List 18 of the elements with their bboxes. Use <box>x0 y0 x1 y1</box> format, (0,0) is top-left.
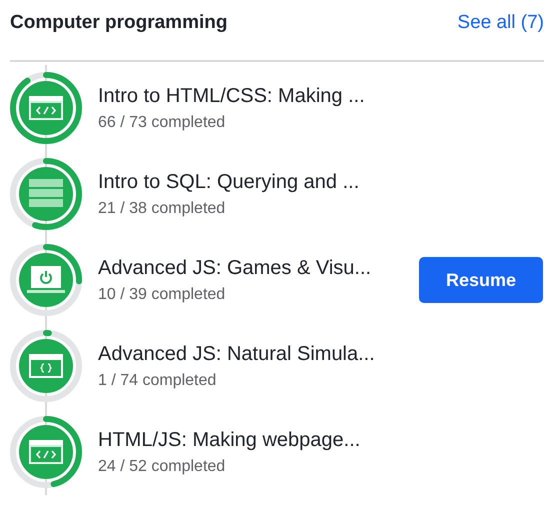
progress-text: 1 / 74 completed <box>98 372 218 390</box>
progress-text: 24 / 52 completed <box>98 458 226 476</box>
progress-text: 66 / 73 completed <box>98 114 226 132</box>
resume-button[interactable]: Resume <box>419 257 543 303</box>
course-title[interactable]: Advanced JS: Games & Visu... <box>98 256 419 280</box>
course-title[interactable]: Advanced JS: Natural Simula... <box>98 342 544 366</box>
code-window-icon <box>29 440 63 464</box>
table-icon <box>29 179 63 209</box>
laptop-icon <box>27 266 65 294</box>
course-title[interactable]: HTML/JS: Making webpage... <box>98 428 544 452</box>
code-window-icon <box>29 354 63 378</box>
course-title[interactable]: Intro to SQL: Querying and ... <box>98 170 544 194</box>
code-window-icon <box>29 96 63 120</box>
progress-text: 21 / 38 completed <box>98 200 226 218</box>
progress-text: 10 / 39 completed <box>98 286 226 304</box>
see-all-link[interactable]: See all (7) <box>457 12 544 34</box>
course-title[interactable]: Intro to HTML/CSS: Making ... <box>98 84 544 108</box>
section-title: Computer programming <box>10 12 228 34</box>
